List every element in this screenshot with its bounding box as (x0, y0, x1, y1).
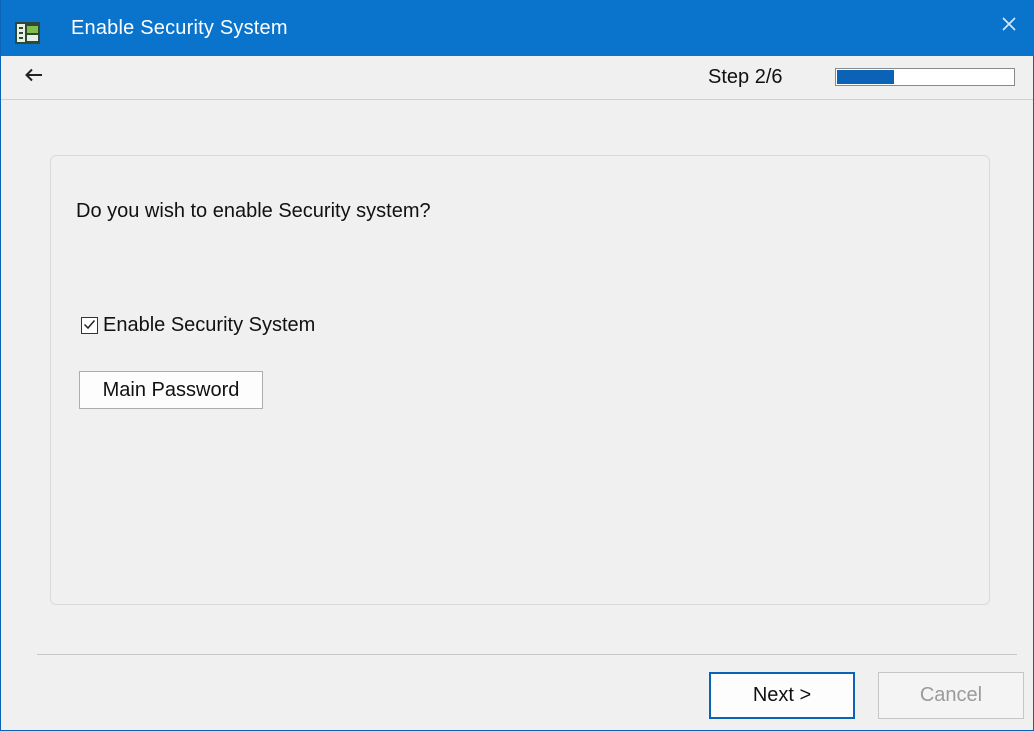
step-indicator: Step 2/6 (708, 66, 783, 88)
wizard-toolbar: Step 2/6 (1, 56, 1033, 100)
content-panel: Do you wish to enable Security system? E… (50, 155, 990, 605)
wizard-window: Enable Security System Step 2/6 Do you w… (0, 0, 1034, 731)
cancel-button[interactable]: Cancel (878, 672, 1024, 719)
progress-fill (837, 70, 894, 84)
close-button[interactable] (987, 6, 1031, 46)
back-button[interactable] (21, 64, 47, 90)
checkbox-label: Enable Security System (103, 314, 316, 336)
checkmark-icon (83, 317, 96, 335)
main-password-button[interactable]: Main Password (79, 371, 263, 409)
progress-bar (835, 68, 1015, 86)
footer-divider (37, 654, 1017, 655)
title-bar: Enable Security System (1, 0, 1034, 56)
close-icon (1002, 16, 1016, 36)
question-text: Do you wish to enable Security system? (76, 200, 431, 222)
next-button[interactable]: Next > (709, 672, 855, 719)
checkbox-box[interactable] (81, 317, 98, 334)
window-title: Enable Security System (71, 17, 288, 39)
app-icon (15, 22, 40, 44)
enable-security-checkbox[interactable]: Enable Security System (81, 314, 315, 337)
back-arrow-icon (25, 68, 43, 87)
